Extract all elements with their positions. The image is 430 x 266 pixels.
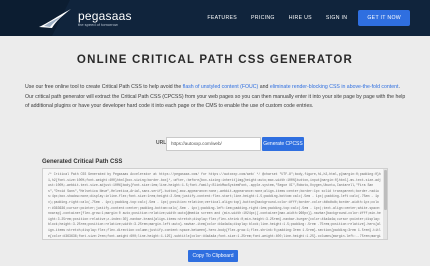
nav-item-sign-in[interactable]: SIGN IN: [319, 15, 354, 21]
main-nav: FEATURES PRICING HIRE US SIGN IN GET IT …: [200, 0, 410, 36]
nav-item-hire-us[interactable]: HIRE US: [282, 15, 319, 21]
url-label: URL: [156, 140, 167, 146]
generated-css-textarea[interactable]: /* Critical Path CSS Generated by Pegasa…: [42, 168, 388, 240]
get-it-now-button[interactable]: GET IT NOW: [358, 10, 410, 26]
pegasus-wing-icon: [39, 9, 71, 28]
nav-item-pricing[interactable]: PRICING: [244, 15, 282, 21]
brand-tagline: the speed of tomorrow: [78, 22, 118, 27]
copy-to-clipboard-button[interactable]: Copy To Clipboard: [188, 250, 238, 262]
fouc-link[interactable]: flash of unstyled content (FOUC): [183, 84, 259, 90]
generated-css-text: /* Critical Path CSS Generated by Pegasa…: [48, 172, 381, 238]
nav-item-features[interactable]: FEATURES: [200, 15, 244, 21]
generate-cpcss-button[interactable]: Generate CPCSS: [262, 137, 304, 151]
output-title: Generated Critical Path CSS: [42, 159, 123, 165]
intro-text-1: Use our free online tool to create Criti…: [25, 84, 183, 90]
intro-text-2: and: [258, 84, 270, 90]
intro-paragraph: Use our free online tool to create Criti…: [25, 83, 409, 112]
page-title: ONLINE CRITICAL PATH CSS GENERATOR: [76, 54, 354, 66]
textarea-scrollbar[interactable]: [383, 169, 387, 239]
top-navbar: pegasaas the speed of tomorrow FEATURES …: [0, 0, 430, 36]
pegasaas-logo[interactable]: pegasaas the speed of tomorrow: [38, 5, 148, 31]
url-form: URL https://autoxxp.com/web/ Generate CP…: [0, 137, 430, 151]
scrollbar-thumb[interactable]: [383, 170, 387, 210]
brand-name: pegasaas: [78, 9, 132, 23]
url-input[interactable]: https://autoxxp.com/web/: [166, 137, 261, 151]
render-blocking-link[interactable]: eliminate render-blocking CSS in above-t…: [270, 84, 399, 90]
